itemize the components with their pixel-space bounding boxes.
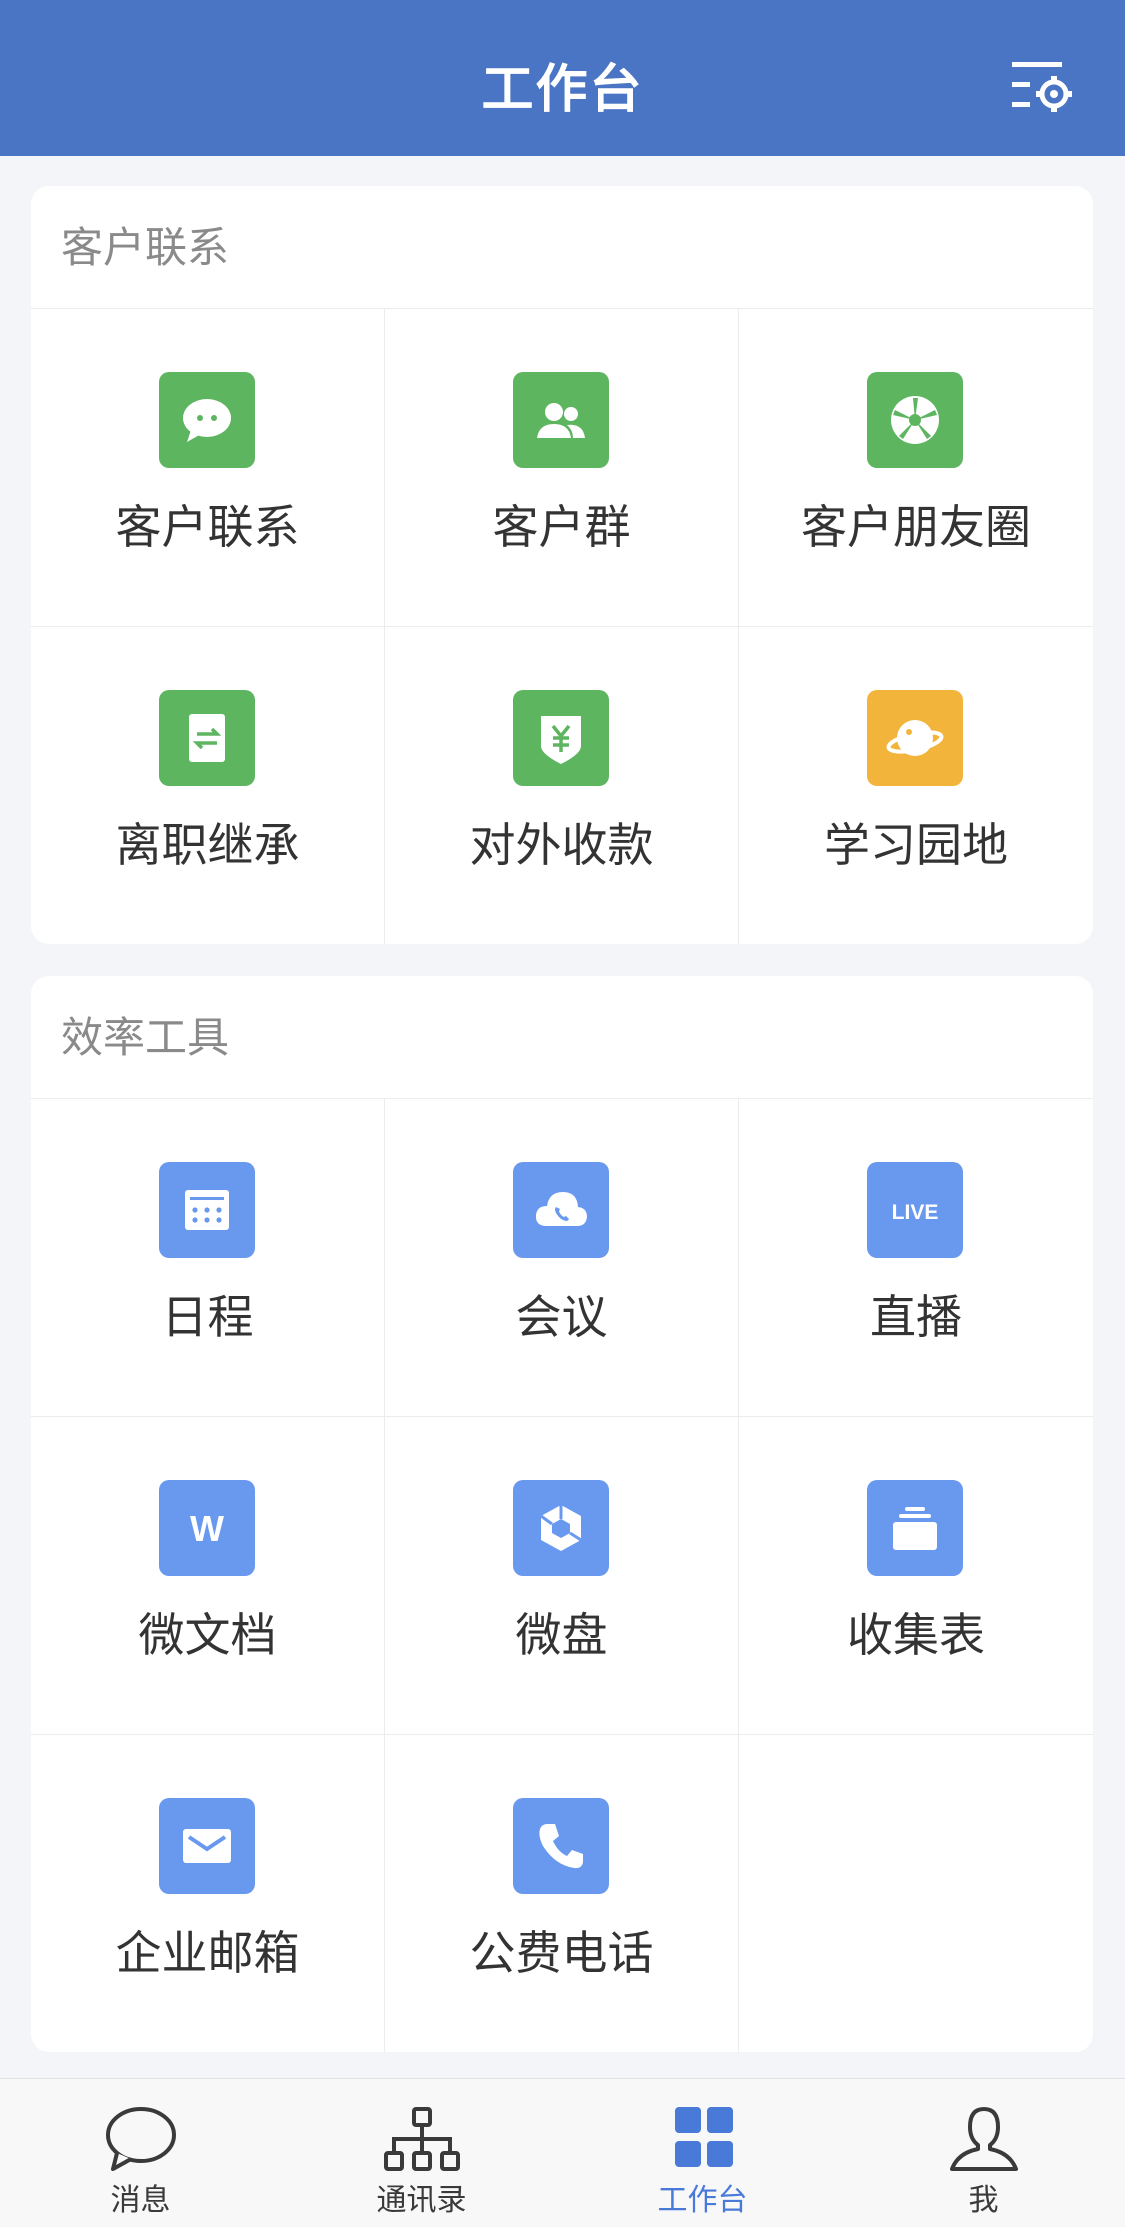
workbench-grid-icon — [663, 2103, 743, 2175]
app-collection-form[interactable]: 收集表 — [739, 1417, 1093, 1735]
app-label: 会议 — [515, 1290, 608, 1344]
message-bubble-icon — [101, 2103, 181, 2175]
tab-label: 工作台 — [657, 2183, 748, 2218]
bottom-tab-bar: 消息 通讯录 工作台 我 — [0, 2078, 1125, 2226]
app-enterprise-mail[interactable]: 企业邮箱 — [31, 1735, 385, 2052]
section-title: 客户联系 — [31, 186, 1093, 309]
app-learning-garden[interactable]: 学习园地 — [739, 627, 1093, 944]
org-chart-icon — [382, 2103, 462, 2175]
app-customer-contact[interactable]: 客户联系 — [31, 309, 385, 627]
app-label: 学习园地 — [824, 818, 1008, 872]
phone-icon — [513, 1798, 609, 1894]
app-label: 客户朋友圈 — [801, 500, 1031, 554]
app-customer-moments[interactable]: 客户朋友圈 — [739, 309, 1093, 627]
app-label: 收集表 — [847, 1608, 985, 1662]
app-label: 微盘 — [515, 1608, 608, 1662]
w-letter: W — [190, 1508, 224, 1549]
app-label: 企业邮箱 — [115, 1926, 300, 1980]
app-micro-document[interactable]: W 微文档 — [31, 1417, 385, 1735]
cube-drive-icon — [513, 1480, 609, 1576]
app-header: 工作台 — [0, 0, 1125, 156]
live-text: LIVE — [892, 1201, 939, 1224]
app-external-payment[interactable]: 对外收款 — [385, 627, 739, 944]
app-schedule[interactable]: 日程 — [31, 1099, 385, 1417]
app-label: 公费电话 — [469, 1926, 654, 1980]
group-icon — [513, 372, 609, 468]
app-resignation-inherit[interactable]: 离职继承 — [31, 627, 385, 944]
tab-messages[interactable]: 消息 — [0, 2079, 281, 2227]
planet-icon — [867, 690, 963, 786]
aperture-icon — [867, 372, 963, 468]
tab-contacts[interactable]: 通讯录 — [281, 2079, 562, 2227]
transfer-document-icon — [159, 690, 255, 786]
section-title: 效率工具 — [31, 976, 1093, 1099]
mail-icon — [159, 1798, 255, 1894]
section-efficiency-tools: 效率工具 日程 会议 LIVE 直播 W 微文档 微盘 收集表 企业邮箱 公费电… — [31, 976, 1093, 2052]
app-label: 日程 — [161, 1290, 254, 1344]
person-icon — [944, 2103, 1024, 2175]
app-live[interactable]: LIVE 直播 — [739, 1099, 1093, 1417]
stacked-forms-icon — [867, 1480, 963, 1576]
app-label: 直播 — [870, 1290, 962, 1344]
app-meeting[interactable]: 会议 — [385, 1099, 739, 1417]
list-settings-icon[interactable] — [1012, 58, 1078, 114]
document-w-icon: W — [159, 1480, 255, 1576]
calendar-icon — [159, 1162, 255, 1258]
chat-bubble-icon — [159, 372, 255, 468]
app-micro-drive[interactable]: 微盘 — [385, 1417, 739, 1735]
app-label: 对外收款 — [469, 818, 654, 872]
app-label: 离职继承 — [115, 818, 300, 872]
app-customer-group[interactable]: 客户群 — [385, 309, 739, 627]
empty-grid-cell — [739, 1735, 1093, 2052]
tab-label: 通讯录 — [376, 2183, 467, 2218]
app-label: 微文档 — [138, 1608, 277, 1662]
section-customer-contact: 客户联系 客户联系 客户群 客户朋友圈 离职继承 对外收款 学习园地 — [31, 186, 1093, 944]
live-icon: LIVE — [867, 1162, 963, 1258]
tab-label: 我 — [968, 2183, 999, 2218]
tab-label: 消息 — [110, 2183, 171, 2218]
tab-workbench[interactable]: 工作台 — [562, 2079, 843, 2227]
cloud-phone-icon — [513, 1162, 609, 1258]
app-label: 客户群 — [492, 500, 631, 554]
app-public-phone[interactable]: 公费电话 — [385, 1735, 739, 2052]
yuan-shield-icon — [513, 690, 609, 786]
page-title: 工作台 — [481, 60, 644, 120]
app-label: 客户联系 — [115, 500, 300, 554]
tab-me[interactable]: 我 — [843, 2079, 1124, 2227]
